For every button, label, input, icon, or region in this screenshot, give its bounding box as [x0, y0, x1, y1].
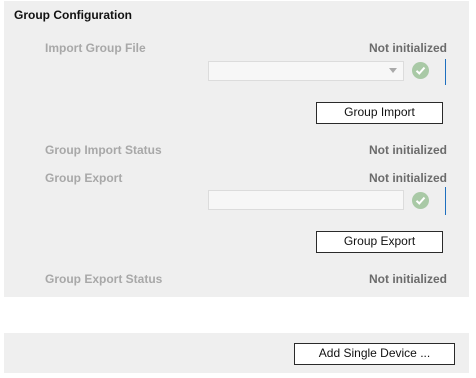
group-export-label: Group Export — [45, 171, 123, 185]
group-import-status-value: Not initialized — [369, 143, 447, 157]
group-export-status-value: Not initialized — [369, 272, 447, 286]
import-group-file-dropdown[interactable] — [208, 61, 404, 81]
focus-indicator-line — [445, 59, 446, 85]
group-configuration-panel: Group Configuration Import Group File No… — [4, 1, 469, 297]
check-circle-icon — [412, 192, 429, 209]
import-group-file-status: Not initialized — [369, 41, 447, 55]
footer-bar: Add Single Device ... — [4, 333, 469, 373]
group-import-button[interactable]: Group Import — [316, 102, 443, 124]
add-single-device-button[interactable]: Add Single Device ... — [294, 343, 455, 365]
chevron-down-icon[interactable] — [389, 68, 397, 73]
check-circle-icon — [412, 62, 429, 79]
import-group-file-label: Import Group File — [45, 41, 146, 55]
group-export-status-label: Group Export Status — [45, 272, 163, 286]
group-import-status-label: Group Import Status — [45, 143, 162, 157]
section-title: Group Configuration — [14, 8, 132, 22]
group-export-status: Not initialized — [369, 171, 447, 185]
group-export-file-field[interactable] — [208, 190, 404, 210]
group-export-button[interactable]: Group Export — [316, 231, 443, 253]
focus-indicator-line — [445, 187, 446, 215]
